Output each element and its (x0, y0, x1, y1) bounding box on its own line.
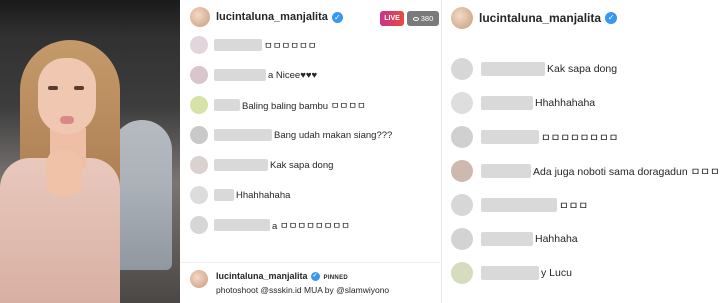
comment-avatar[interactable] (451, 126, 473, 148)
comment-text: ㅁㅁㅁㅁㅁㅁㅁㅁ (541, 131, 619, 144)
blurred-username (214, 129, 272, 141)
live-video[interactable] (0, 0, 180, 303)
streamer-lips (60, 116, 74, 124)
comment-text: Bang udah makan siang??? (274, 129, 393, 141)
comment-avatar[interactable] (190, 186, 208, 204)
list-item[interactable]: Kak sapa dong (451, 58, 617, 80)
list-item[interactable]: y Lucu (451, 262, 572, 284)
zoomed-comments-panel: lucintaluna_manjalita ✓ Kak sapa dong Hha… (443, 0, 720, 303)
blurred-username (481, 232, 533, 246)
streamer-eye-right (74, 86, 84, 90)
comment-text: a ㅁㅁㅁㅁㅁㅁㅁㅁ (272, 221, 350, 232)
comment-text: Hhahhahaha (236, 189, 291, 201)
pinned-comment: lucintaluna_manjalita ✓ PINNED photoshoot … (180, 262, 442, 303)
viewer-count: 380 (420, 14, 434, 23)
avatar[interactable] (451, 7, 473, 29)
blurred-username (481, 96, 533, 110)
blurred-username (481, 164, 531, 178)
comment-text: y Lucu (541, 267, 572, 279)
comment-avatar[interactable] (190, 126, 208, 144)
viewer-count-badge[interactable]: 380 (407, 11, 439, 26)
blurred-username (481, 130, 539, 144)
pinned-text: photoshoot @ssskin.id MUA by @slamwiyono (216, 285, 390, 295)
list-item[interactable]: ㅁㅁㅁ (451, 194, 588, 216)
comment-text: Ada juga noboti sama doragadun ㅁㅁㅁ (533, 165, 720, 178)
list-item[interactable]: Hhahhahaha (190, 186, 290, 204)
panel-username[interactable]: lucintaluna_manjalita (479, 11, 601, 25)
list-item[interactable]: Kak sapa dong (190, 156, 333, 174)
avatar[interactable] (190, 270, 208, 288)
comment-text: Baling baling bambu ㅁㅁㅁㅁ (242, 101, 366, 112)
verified-icon: ✓ (605, 12, 618, 24)
blurred-username (214, 219, 270, 231)
verified-icon: ✓ (310, 272, 320, 282)
comment-avatar[interactable] (190, 66, 208, 84)
streamer-hand (46, 150, 82, 196)
comment-avatar[interactable] (451, 194, 473, 216)
comment-avatar[interactable] (190, 156, 208, 174)
comment-avatar[interactable] (190, 216, 208, 234)
list-item[interactable]: a ㅁㅁㅁㅁㅁㅁㅁㅁ (190, 216, 350, 234)
comment-avatar[interactable] (451, 58, 473, 80)
verified-icon: ✓ (331, 11, 343, 23)
comment-text: Hhahhahaha (535, 97, 596, 109)
streamer-eye-left (48, 86, 58, 90)
stream-username[interactable]: lucintaluna_manjalita (216, 11, 328, 23)
list-item[interactable]: Hahhaha (451, 228, 578, 250)
live-badge: LIVE (380, 11, 404, 26)
pinned-badge: PINNED (323, 275, 349, 281)
list-item[interactable]: Baling baling bambu ㅁㅁㅁㅁ (190, 96, 366, 114)
blurred-username (214, 39, 262, 51)
blurred-username (481, 266, 539, 280)
blurred-username (214, 159, 268, 171)
comment-text: Kak sapa dong (547, 63, 618, 75)
blurred-username (214, 99, 240, 111)
list-item[interactable]: Hhahhahaha (451, 92, 595, 114)
list-item[interactable]: ㅁㅁㅁㅁㅁㅁ (190, 36, 316, 54)
comment-text: a Nicee♥♥♥ (268, 69, 318, 81)
comment-text: Kak sapa dong (270, 159, 334, 171)
background-figure (112, 120, 172, 270)
comment-text: ㅁㅁㅁ (559, 199, 588, 212)
comment-text: Hahhaha (535, 233, 578, 245)
comment-avatar[interactable] (451, 262, 473, 284)
comment-avatar[interactable] (190, 96, 208, 114)
list-item[interactable]: Ada juga noboti sama doragadun ㅁㅁㅁ (451, 160, 720, 182)
list-item[interactable]: a Nicee♥♥♥ (190, 66, 317, 84)
blurred-username (214, 189, 234, 201)
list-item[interactable]: Bang udah makan siang??? (190, 126, 392, 144)
pinned-username[interactable]: lucintaluna_manjalita (216, 271, 308, 281)
blurred-username (481, 198, 557, 212)
comment-avatar[interactable] (451, 160, 473, 182)
blurred-username (481, 62, 545, 76)
panel-header: lucintaluna_manjalita ✓ (443, 0, 720, 36)
live-comments-panel: lucintaluna_manjalita ✓ LIVE 380 ㅁㅁㅁㅁㅁㅁ a… (180, 0, 442, 303)
eye-icon (412, 17, 419, 22)
avatar[interactable] (190, 7, 210, 27)
blurred-username (214, 69, 266, 81)
comment-text: ㅁㅁㅁㅁㅁㅁ (264, 41, 317, 52)
comment-avatar[interactable] (451, 92, 473, 114)
list-item[interactable]: ㅁㅁㅁㅁㅁㅁㅁㅁ (451, 126, 618, 148)
comment-avatar[interactable] (190, 36, 208, 54)
comment-avatar[interactable] (451, 228, 473, 250)
video-background (0, 0, 180, 40)
